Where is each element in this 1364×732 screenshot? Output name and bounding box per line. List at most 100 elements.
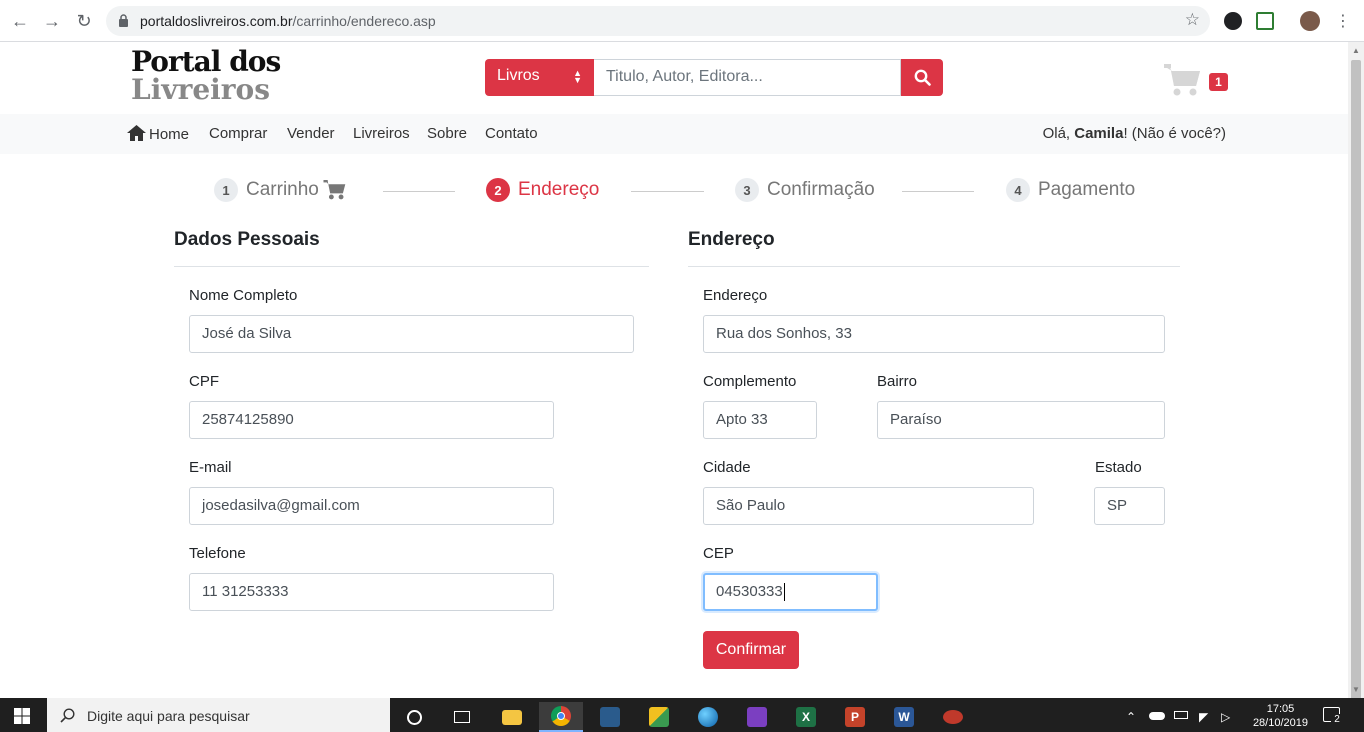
sql-server-icon[interactable] — [588, 702, 632, 732]
phone-label: Telefone — [189, 545, 246, 562]
powerpoint-icon[interactable]: P — [833, 702, 877, 732]
scroll-up-icon[interactable]: ▲ — [1352, 46, 1360, 55]
site-logo[interactable]: Portal dos Livreiros — [131, 45, 281, 106]
url-domain: portaldoslivreiros.com.br — [140, 13, 293, 29]
step-label: Confirmação — [767, 179, 875, 200]
battery-icon[interactable] — [1174, 711, 1188, 719]
extension-a-icon[interactable] — [1224, 12, 1242, 30]
name-field[interactable]: José da Silva — [189, 315, 634, 353]
step-endereco[interactable]: 2 Endereço — [486, 178, 599, 202]
email-field[interactable]: josedasilva@gmail.com — [189, 487, 554, 525]
main-menu: Home Comprar Vender Livreiros Sobre Cont… — [0, 114, 1348, 154]
word-icon[interactable]: W — [882, 702, 926, 732]
reload-icon[interactable]: ↻ — [73, 10, 95, 32]
cart-count-badge: 1 — [1209, 73, 1228, 91]
confirm-button[interactable]: Confirmar — [703, 631, 799, 669]
user-name: Camila — [1074, 125, 1124, 142]
notification-count: 2 — [1331, 714, 1343, 726]
system-clock[interactable]: 17:05 28/10/2019 — [1253, 702, 1308, 730]
taskbar-search[interactable]: Digite aqui para pesquisar — [47, 698, 390, 732]
menu-item-contato[interactable]: Contato — [485, 125, 538, 142]
bookmark-star-icon[interactable]: ☆ — [1185, 10, 1200, 30]
menu-item-vender[interactable]: Vender — [287, 125, 335, 142]
logo-line1: Portal dos — [131, 45, 281, 78]
browser-menu-icon[interactable]: ⋮ — [1332, 10, 1354, 32]
search-icon — [60, 708, 75, 723]
snipping-tool-icon[interactable] — [931, 702, 975, 732]
menu-item-comprar[interactable]: Comprar — [209, 125, 267, 142]
complement-label: Complemento — [703, 373, 797, 390]
state-label: Estado — [1095, 459, 1142, 476]
scroll-thumb[interactable] — [1351, 60, 1361, 706]
section-divider — [174, 266, 649, 267]
user-greeting[interactable]: Olá, Camila! (Não é você?) — [1043, 125, 1226, 142]
search-category-value: Livros — [497, 67, 540, 84]
step-label: Endereço — [518, 179, 600, 200]
search-category-select[interactable]: Livros ▲ ▼ — [485, 59, 594, 96]
taskbar-search-placeholder: Digite aqui para pesquisar — [87, 708, 250, 724]
street-field[interactable]: Rua dos Sonhos, 33 — [703, 315, 1165, 353]
wifi-icon[interactable]: ◤ — [1199, 710, 1208, 724]
search-button[interactable] — [901, 59, 943, 96]
step-label: Pagamento — [1038, 179, 1136, 200]
complement-field[interactable]: Apto 33 — [703, 401, 817, 439]
zip-field[interactable]: 04530333 — [703, 573, 878, 611]
state-field[interactable]: SP — [1094, 487, 1165, 525]
excel-icon[interactable]: X — [784, 702, 828, 732]
step-number: 3 — [735, 178, 759, 202]
email-label: E-mail — [189, 459, 232, 476]
site-header: Portal dos Livreiros Livros ▲ ▼ Titulo, A… — [0, 42, 1348, 114]
profile-avatar[interactable] — [1300, 11, 1320, 31]
street-label: Endereço — [703, 287, 768, 304]
city-field[interactable]: São Paulo — [703, 487, 1034, 525]
city-label: Cidade — [703, 459, 751, 476]
phone-field[interactable]: 11 31253333 — [189, 573, 554, 611]
step-carrinho[interactable]: 1 Carrinho — [214, 178, 347, 202]
extension-shield-icon[interactable] — [1256, 12, 1274, 30]
district-label: Bairro — [877, 373, 918, 390]
globe-app-icon[interactable] — [686, 702, 730, 732]
greeting-prefix: Olá, — [1042, 125, 1075, 142]
windows-start-icon[interactable] — [14, 708, 30, 724]
name-label: Nome Completo — [189, 287, 298, 304]
browser-toolbar: ← → ↻ portaldoslivreiros.com.br/carrinho… — [0, 0, 1364, 42]
address-title: Endereço — [688, 229, 775, 250]
chrome-icon[interactable] — [539, 702, 583, 732]
file-explorer-icon[interactable] — [490, 702, 534, 732]
cpf-field[interactable]: 25874125890 — [189, 401, 554, 439]
onedrive-icon[interactable] — [1149, 712, 1165, 720]
address-bar[interactable]: portaldoslivreiros.com.br/carrinho/ender… — [106, 6, 1210, 36]
logo-line2: Livreiros — [131, 73, 270, 106]
back-icon[interactable]: ← — [9, 10, 31, 32]
volume-icon[interactable]: ▷ — [1221, 710, 1230, 724]
visual-studio-icon[interactable] — [735, 702, 779, 732]
step-pagamento[interactable]: 4 Pagamento — [1006, 178, 1135, 202]
menu-item-home[interactable]: Home — [127, 125, 189, 143]
cart-icon[interactable] — [1164, 64, 1202, 97]
district-field[interactable]: Paraíso — [877, 401, 1165, 439]
scroll-down-icon[interactable]: ▼ — [1352, 685, 1360, 694]
search-input[interactable]: Titulo, Autor, Editora... — [594, 59, 901, 96]
select-caret-icon: ▲ ▼ — [573, 68, 582, 85]
clock-time: 17:05 — [1266, 703, 1295, 715]
page-scrollbar[interactable]: ▲ ▼ — [1348, 42, 1364, 706]
url-path: /carrinho/endereco.asp — [292, 13, 436, 29]
zip-label: CEP — [703, 545, 734, 562]
dev-tools-icon[interactable] — [637, 702, 681, 732]
cart-small-icon — [323, 180, 346, 200]
cortana-icon[interactable] — [392, 702, 436, 732]
step-confirmacao[interactable]: 3 Confirmação — [735, 178, 875, 202]
step-number: 4 — [1006, 178, 1030, 202]
greeting-suffix: ! (Não é você?) — [1123, 125, 1226, 142]
forward-icon[interactable]: → — [41, 10, 63, 32]
step-connector — [631, 191, 704, 192]
task-view-icon[interactable] — [440, 702, 484, 732]
personal-data-title: Dados Pessoais — [174, 229, 320, 250]
step-label: Carrinho — [246, 179, 319, 200]
menu-item-sobre[interactable]: Sobre — [427, 125, 467, 142]
tray-expand-icon[interactable]: ⌃ — [1126, 710, 1136, 724]
menu-item-livreiros[interactable]: Livreiros — [353, 125, 410, 142]
zip-value: 04530333 — [716, 583, 783, 600]
url-text: portaldoslivreiros.com.br/carrinho/ender… — [140, 13, 436, 29]
search-icon — [914, 69, 931, 86]
